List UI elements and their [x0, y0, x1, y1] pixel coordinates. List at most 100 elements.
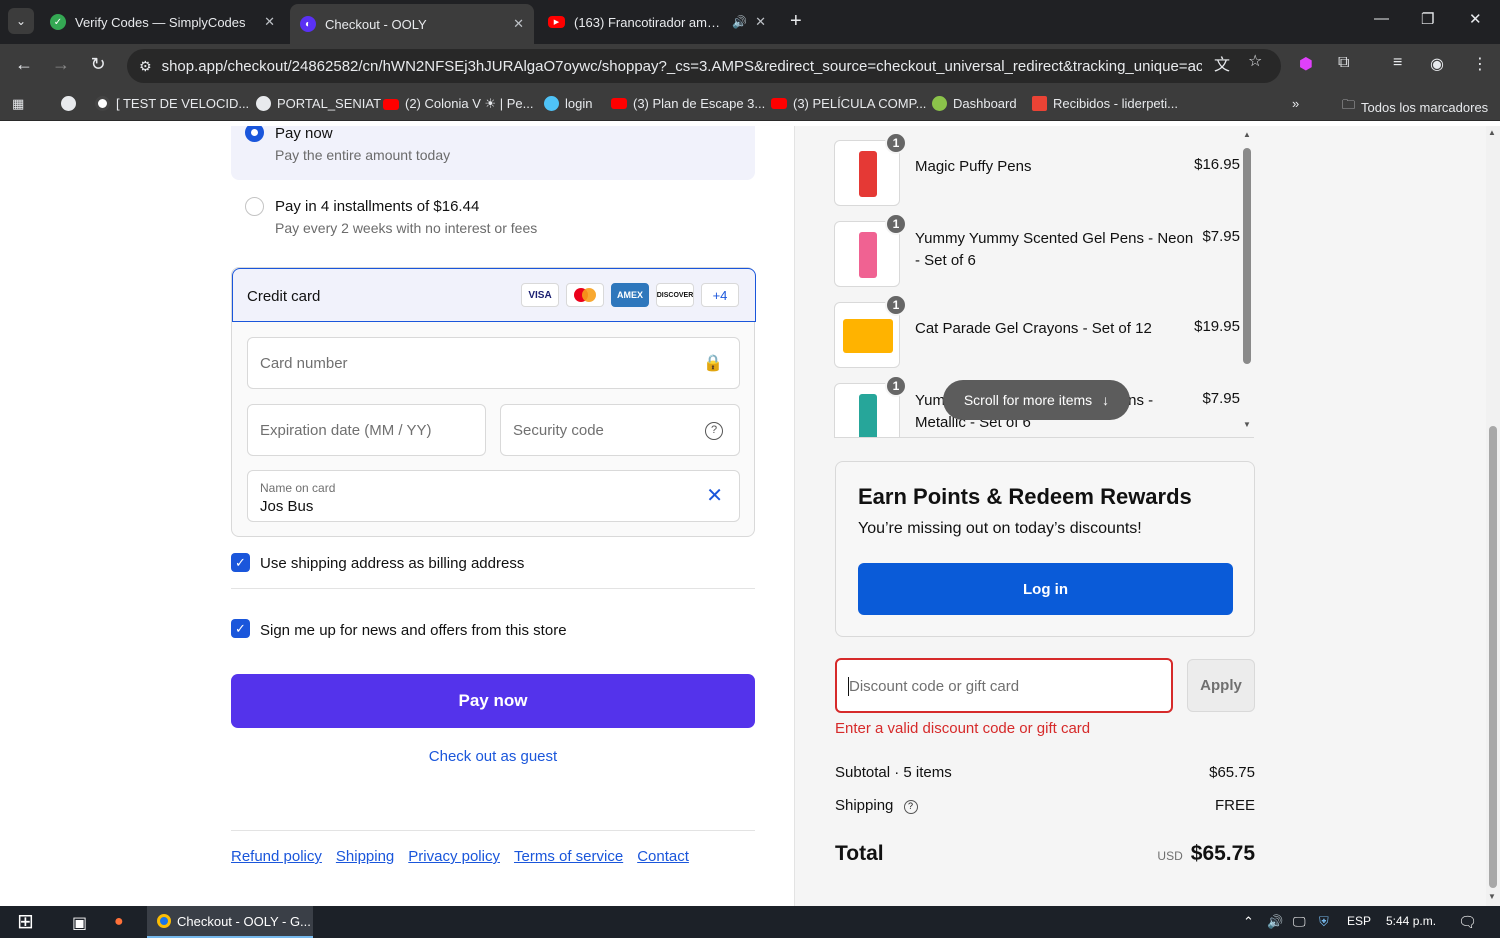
privacy-policy-link[interactable]: Privacy policy — [408, 848, 500, 865]
avatar[interactable]: ◉ — [1430, 54, 1444, 74]
extensions-icon[interactable]: ⧉ — [1338, 54, 1349, 72]
shield-extension-icon[interactable]: ⬢ — [1299, 54, 1313, 74]
tab-checkout-ooly[interactable]: ◐ Checkout - OOLY ✕ — [290, 4, 534, 44]
close-icon[interactable]: ✕ — [513, 16, 524, 32]
log-in-button[interactable]: Log in — [858, 563, 1233, 615]
guest-checkout-link[interactable]: Check out as guest — [231, 748, 755, 765]
close-icon[interactable]: ✕ — [264, 14, 275, 30]
tab-search-button[interactable]: ⌄ — [8, 8, 34, 34]
more-bookmarks-icon[interactable]: » — [1292, 96, 1299, 111]
star-icon[interactable]: ☆ — [1248, 51, 1262, 71]
network-icon[interactable]: 🖵 — [1293, 914, 1306, 930]
bookmark-globe[interactable] — [61, 96, 82, 111]
tab-youtube[interactable]: ▶ (163) Francotirador america 🔊 ✕ — [538, 6, 776, 38]
installments-radio[interactable] — [245, 197, 264, 216]
shipping-link[interactable]: Shipping — [336, 848, 394, 865]
discount-placeholder: Discount code or gift card — [849, 678, 1020, 695]
bookmark-dashboard[interactable]: Dashboard — [932, 96, 1017, 111]
back-icon[interactable]: ← — [12, 54, 36, 75]
security-code-field[interactable]: Security code ? — [500, 404, 740, 456]
pay-now-button[interactable]: Pay now — [231, 674, 755, 728]
globe-icon — [61, 96, 76, 111]
clear-icon[interactable]: ✕ — [706, 483, 723, 508]
notifications-icon[interactable]: 🗨 — [1458, 913, 1477, 931]
language-indicator[interactable]: ESP — [1347, 914, 1371, 928]
discount-code-input[interactable]: Discount code or gift card — [835, 658, 1173, 713]
bookmark-login[interactable]: login — [544, 96, 592, 111]
subtotal-label: Subtotal · 5 items — [835, 764, 952, 781]
name-on-card-value[interactable]: Jos Bus — [260, 498, 313, 515]
bookmark-label: (3) PELÍCULA COMP... — [793, 96, 927, 111]
youtube-icon: ▶ — [548, 16, 565, 28]
firefox-icon[interactable]: ● — [114, 913, 124, 931]
address-bar[interactable]: ⚙ shop.app/checkout/24862582/cn/hWN2NFSE… — [127, 49, 1281, 83]
contact-link[interactable]: Contact — [637, 848, 689, 865]
start-icon[interactable]: ⊞ — [17, 909, 34, 934]
reload-icon[interactable]: ↻ — [86, 54, 110, 75]
name-on-card-field[interactable]: Name on card Jos Bus ✕ — [247, 470, 740, 522]
site-info-icon[interactable]: ⚙ — [139, 58, 152, 75]
youtube-icon — [383, 98, 399, 110]
bookmark-speedtest[interactable]: [ TEST DE VELOCID... — [95, 96, 249, 111]
newsletter-checkbox[interactable]: ✓ — [231, 619, 250, 638]
refund-policy-link[interactable]: Refund policy — [231, 848, 322, 865]
menu-icon[interactable]: ⋮ — [1472, 54, 1488, 74]
tab-simplycodes[interactable]: ✓ Verify Codes — SimplyCodes ✕ — [40, 6, 285, 38]
translate-icon[interactable]: 文 — [1214, 51, 1230, 75]
help-icon[interactable]: ? — [903, 800, 918, 814]
subtotal-value: $65.75 — [1209, 764, 1255, 781]
chrome-icon — [157, 914, 171, 928]
apply-button[interactable]: Apply — [1187, 659, 1255, 712]
pay-now-subtitle: Pay the entire amount today — [275, 147, 451, 163]
taskbar-app-label: Checkout - OOLY - G... — [177, 913, 311, 929]
speaker-icon[interactable]: 🔊 — [732, 15, 747, 29]
scroll-down-icon[interactable]: ▼ — [1488, 892, 1496, 901]
scroll-up-icon[interactable]: ▲ — [1488, 128, 1496, 137]
bookmark-gmail[interactable]: Recibidos - liderpeti... — [1032, 96, 1178, 111]
page-scrollbar[interactable]: ▲ ▼ — [1486, 126, 1500, 906]
apps-icon[interactable]: ▦ — [12, 96, 24, 112]
items-scrollbar[interactable]: ▲ ▼ — [1243, 130, 1253, 434]
billing-checkbox[interactable]: ✓ — [231, 553, 250, 572]
media-icon[interactable]: ≡ — [1393, 54, 1402, 72]
billing-checkbox-label[interactable]: Use shipping address as billing address — [260, 555, 524, 572]
file-explorer-icon[interactable]: ▣ — [72, 913, 87, 933]
page-scroll-thumb[interactable] — [1489, 426, 1497, 888]
scroll-more-button[interactable]: Scroll for more items ↓ — [943, 380, 1130, 420]
help-icon[interactable]: ? — [705, 422, 723, 440]
bookmark-pelicula[interactable]: (3) PELÍCULA COMP... — [771, 96, 926, 111]
bookmark-seniat[interactable]: PORTAL_SENIAT — [256, 96, 381, 111]
restore-icon[interactable]: ❐ — [1421, 10, 1434, 28]
product-price: $7.95 — [1202, 228, 1240, 245]
bookmark-plan-escape[interactable]: (3) Plan de Escape 3... — [611, 96, 765, 111]
card-number-field[interactable]: Card number 🔒 — [247, 337, 740, 389]
rewards-card: Earn Points & Redeem Rewards You’re miss… — [835, 461, 1255, 637]
all-bookmarks-label: Todos los marcadores — [1361, 99, 1489, 115]
scroll-down-icon[interactable]: ▼ — [1243, 420, 1251, 429]
tab-bar: ⌄ ✓ Verify Codes — SimplyCodes ✕ ◐ Check… — [0, 0, 1500, 44]
chevron-up-icon[interactable]: ⌃ — [1243, 914, 1254, 930]
volume-icon[interactable]: 🔊 — [1267, 914, 1283, 930]
close-icon[interactable]: ✕ — [755, 14, 766, 30]
new-tab-button[interactable]: + — [790, 10, 802, 32]
url-text[interactable]: shop.app/checkout/24862582/cn/hWN2NFSEj3… — [162, 58, 1202, 75]
scroll-up-icon[interactable]: ▲ — [1243, 130, 1251, 139]
expiry-placeholder: Expiration date (MM / YY) — [260, 422, 432, 439]
forward-icon[interactable]: → — [49, 54, 73, 75]
minimize-icon[interactable]: — — [1374, 10, 1389, 27]
close-window-icon[interactable]: ✕ — [1469, 10, 1482, 28]
expiry-field[interactable]: Expiration date (MM / YY) — [247, 404, 486, 456]
all-bookmarks[interactable]: 🗀 Todos los marcadores — [1342, 96, 1488, 118]
scroll-thumb[interactable] — [1243, 148, 1251, 364]
clock[interactable]: 5:44 p.m. — [1386, 914, 1436, 928]
scroll-more-label: Scroll for more items — [963, 392, 1093, 408]
newsletter-checkbox-label[interactable]: Sign me up for news and offers from this… — [260, 622, 567, 639]
bookmark-colonia[interactable]: (2) Colonia V ☀ | Pe... — [383, 96, 533, 112]
terms-of-service-link[interactable]: Terms of service — [514, 848, 623, 865]
tab-title: (163) Francotirador america — [574, 14, 727, 30]
taskbar-chrome-app[interactable]: Checkout - OOLY - G... — [147, 906, 313, 938]
apply-label: Apply — [1200, 677, 1242, 694]
security-shield-icon[interactable]: ⛨ — [1319, 914, 1329, 930]
credit-card-header[interactable]: Credit card VISA AMEX DISCOVER +4 — [232, 268, 756, 322]
installments-title[interactable]: Pay in 4 installments of $16.44 — [275, 198, 479, 215]
